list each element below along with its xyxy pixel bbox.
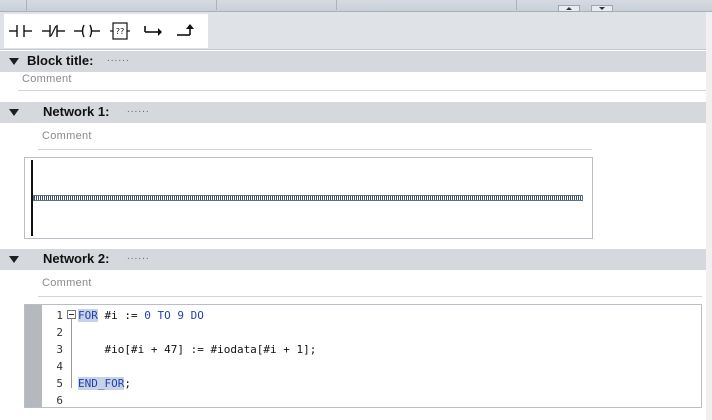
scroll-down-icon[interactable]: [591, 5, 613, 12]
code-lines[interactable]: 1 FOR #i := 0 TO 9 DO 2 3 #io[#i + 47] := #…: [42, 307, 702, 409]
code-token: #io[#i + 47] := #iodata[#i + 1];: [78, 343, 317, 356]
line-number: 2: [56, 326, 63, 339]
block-title-value[interactable]: ......: [107, 53, 130, 64]
code-line[interactable]: 5 END_FOR;: [42, 375, 702, 392]
close-branch-icon: [176, 24, 194, 36]
editor-gutter: [25, 305, 42, 407]
normally-open-contact-icon: [8, 25, 32, 37]
instruction-toolbar: ??: [0, 12, 712, 50]
code-text[interactable]: #io[#i + 47] := #iodata[#i + 1];: [78, 341, 316, 358]
network-2-comment[interactable]: Comment: [42, 277, 92, 289]
empty-box-label: ??: [115, 27, 124, 36]
code-token: ;: [124, 377, 131, 390]
scl-code-editor[interactable]: 1 FOR #i := 0 TO 9 DO 2 3 #io[#i + 47] := #…: [24, 304, 702, 408]
divider: [336, 0, 337, 10]
network-2-title: Network 2:: [43, 251, 110, 266]
divider: [38, 296, 702, 297]
code-token: 9: [177, 309, 184, 322]
divider: [516, 0, 517, 10]
code-text[interactable]: END_FOR;: [78, 375, 131, 392]
divider: [216, 0, 217, 10]
open-branch-icon: [143, 26, 162, 36]
divider: [38, 149, 592, 150]
network-1-header[interactable]: Network 1: ......: [0, 102, 712, 123]
code-token: 0: [144, 309, 151, 322]
line-number: 3: [56, 343, 63, 356]
collapse-triangle-icon[interactable]: [9, 58, 19, 65]
line-number: 6: [56, 394, 63, 407]
line-number: 5: [56, 377, 63, 390]
divider: [26, 0, 27, 10]
line-number: 1: [56, 309, 63, 322]
normally-closed-contact-icon: [41, 25, 65, 37]
fold-toggle-icon[interactable]: [67, 310, 76, 319]
divider: [18, 90, 708, 91]
open-branch-button[interactable]: [136, 16, 169, 46]
line-number: 4: [56, 360, 63, 373]
code-token: #i :=: [97, 309, 145, 322]
network-1-ladder-area[interactable]: [24, 157, 593, 239]
network-2-title-value[interactable]: ......: [127, 251, 150, 262]
rung-wire[interactable]: [33, 195, 583, 201]
network-2-header[interactable]: Network 2: ......: [0, 249, 712, 270]
scroll-up-icon[interactable]: [558, 5, 580, 12]
output-coil-button[interactable]: [70, 16, 103, 46]
collapse-triangle-icon[interactable]: [9, 256, 19, 263]
code-token: TO: [157, 309, 171, 322]
block-title-header[interactable]: Block title: ......: [0, 51, 712, 72]
close-branch-button[interactable]: [169, 16, 202, 46]
top-strip: [0, 0, 712, 12]
network-1-title: Network 1:: [43, 104, 110, 119]
empty-box-button[interactable]: ??: [103, 16, 136, 46]
code-token: FOR: [78, 309, 98, 322]
block-comment[interactable]: Comment: [22, 73, 72, 85]
block-title-label: Block title:: [27, 53, 94, 68]
code-token: DO: [190, 309, 204, 322]
normally-open-contact-button[interactable]: [4, 16, 37, 46]
code-line[interactable]: 3 #io[#i + 47] := #iodata[#i + 1];: [42, 341, 702, 358]
normally-closed-contact-button[interactable]: [37, 16, 70, 46]
empty-box-icon: ??: [109, 22, 130, 40]
code-line[interactable]: 1 FOR #i := 0 TO 9 DO: [42, 307, 702, 324]
code-line[interactable]: 4: [42, 358, 702, 375]
code-line[interactable]: 2: [42, 324, 702, 341]
right-edge: [706, 12, 712, 420]
network-1-title-value[interactable]: ......: [127, 104, 150, 115]
network-1-comment[interactable]: Comment: [42, 130, 92, 142]
code-text[interactable]: FOR #i := 0 TO 9 DO: [78, 307, 204, 324]
code-token: END_FOR: [78, 377, 125, 390]
collapse-triangle-icon[interactable]: [9, 109, 19, 116]
output-coil-icon: [73, 24, 100, 38]
code-line[interactable]: 6: [42, 392, 702, 409]
toolbar-button-group: ??: [4, 14, 208, 48]
